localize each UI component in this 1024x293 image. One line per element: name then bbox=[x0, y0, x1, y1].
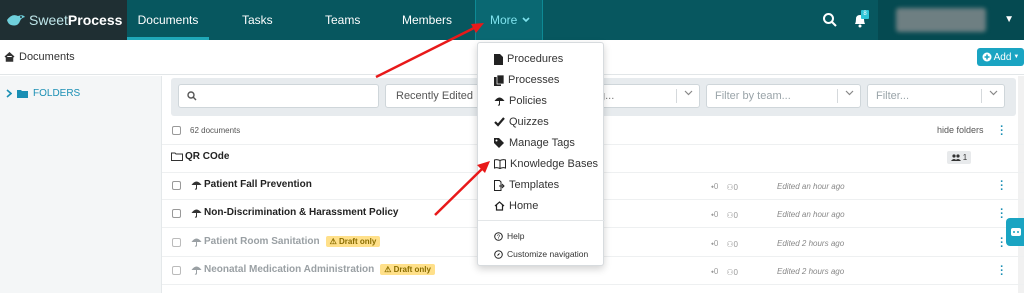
annotation-arrow-to-knowledge-bases bbox=[434, 167, 484, 216]
annotation-arrow-to-more bbox=[375, 25, 477, 79]
annotation-arrows bbox=[375, 23, 490, 216]
